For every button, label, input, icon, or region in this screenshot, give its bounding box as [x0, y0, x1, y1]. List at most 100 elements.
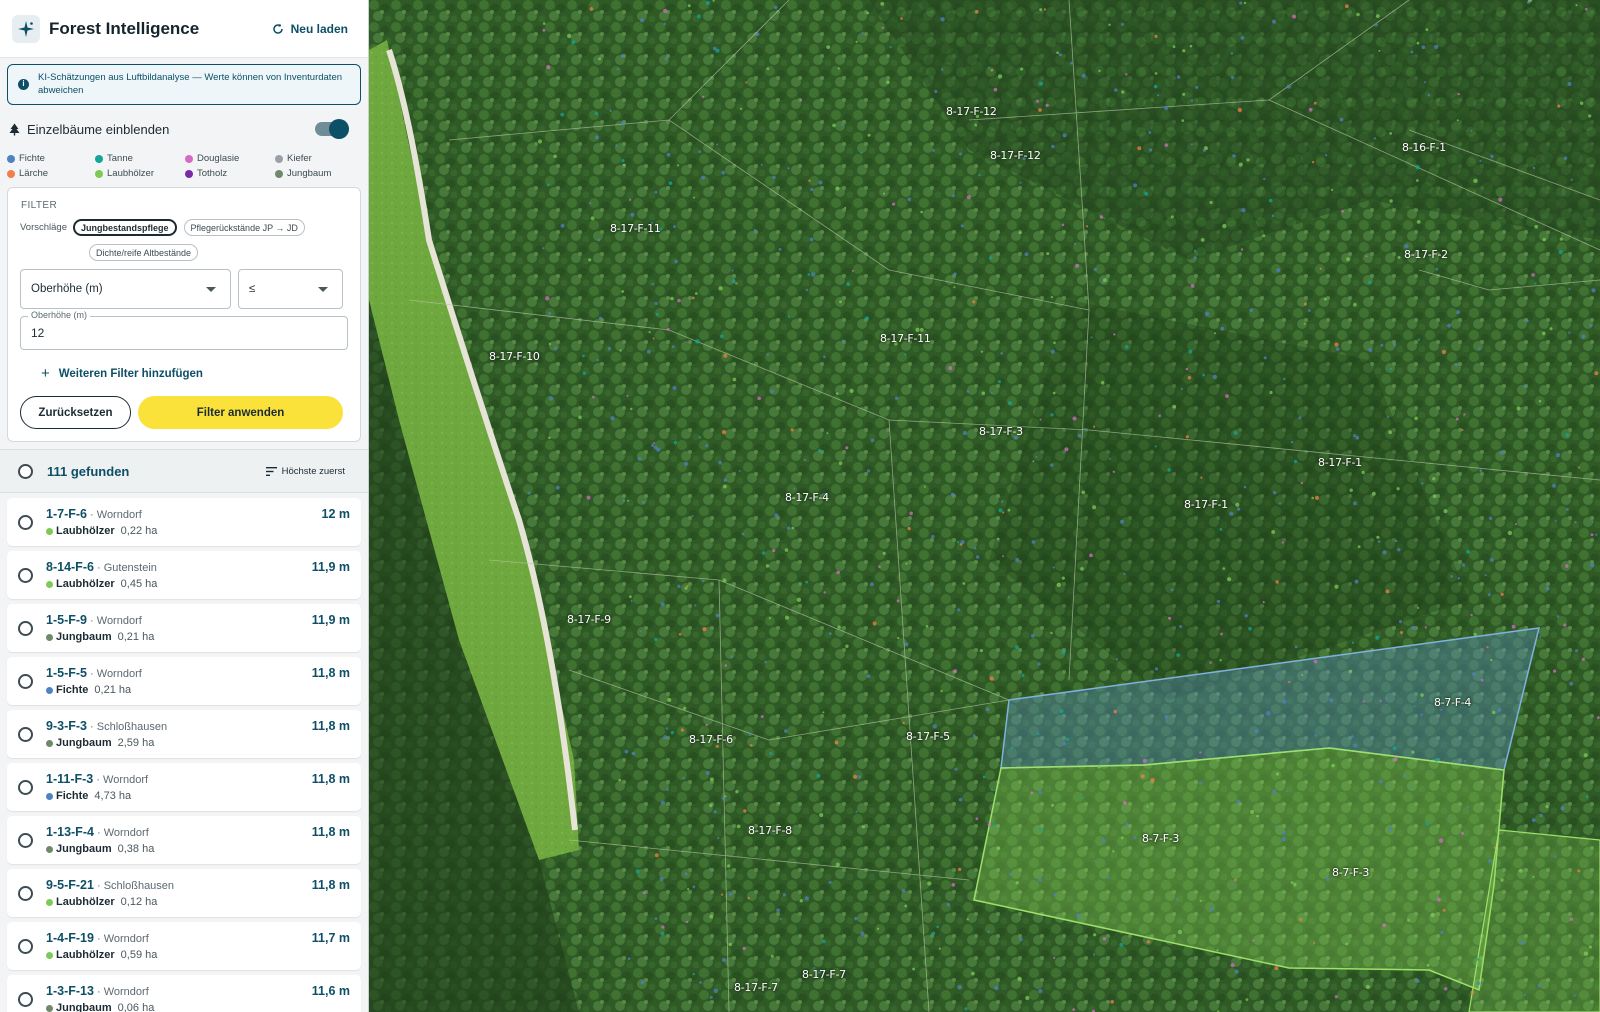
species-color-dot [46, 1004, 53, 1012]
result-radio[interactable] [18, 726, 33, 742]
result-stand-id: 1-7-F-6 [46, 507, 87, 521]
result-title: 1-7-F-6 · Worndorf [46, 507, 322, 521]
result-height: 11,9 m [311, 560, 350, 574]
result-radio[interactable] [18, 938, 33, 954]
legend-label: Tanne [107, 153, 133, 164]
species-color-dot [46, 898, 53, 906]
filter-heading: FILTER [21, 200, 58, 211]
species-color-dot [46, 633, 53, 641]
suggestion-chip-pflegerueckstaende[interactable]: Pflegerückstände JP → JD [183, 219, 305, 236]
result-card[interactable]: 9-3-F-3 · Schloßhausen Jungbaum 2,59 ha 11,… [7, 710, 361, 758]
result-details: Fichte 4,73 ha [46, 790, 312, 802]
species-legend: Fichte Tanne Douglasie Kiefer Lärche Laubhölz… [0, 152, 368, 180]
result-info: 9-5-F-21 · Schloßhausen Laubhölzer 0,12 ha [46, 878, 312, 908]
legend-color-dot [275, 169, 283, 178]
result-location: · Gutenstein [93, 562, 157, 574]
suggestion-chip-altbestaende[interactable]: Dichte/reife Altbestände [89, 244, 199, 261]
result-location: · Worndorf [86, 668, 142, 680]
sort-button[interactable]: Höchste zuerst [265, 466, 345, 477]
result-card[interactable]: 1-4-F-19 · Worndorf Laubhölzer 0,59 ha 11,7… [7, 922, 361, 970]
result-card[interactable]: 1-11-F-3 · Worndorf Fichte 4,73 ha 11,8 m [7, 763, 361, 811]
result-title: 1-13-F-4 · Worndorf [46, 825, 312, 839]
suggestion-chip-jungbestandspflege[interactable]: Jungbestandspflege [73, 219, 177, 236]
stand-label[interactable]: 8-7-F-3 [1142, 832, 1179, 845]
species-color-dot [46, 792, 53, 800]
stand-label[interactable]: 8-17-F-3 [979, 425, 1023, 438]
result-height: 11,8 m [311, 772, 350, 786]
result-location: · Worndorf [93, 774, 149, 786]
app-title: Forest Intelligence [49, 18, 200, 38]
stand-label[interactable]: 8-7-F-3 [1332, 866, 1369, 879]
result-radio[interactable] [18, 885, 33, 901]
stand-label[interactable]: 8-17-F-7 [802, 968, 846, 981]
stand-label[interactable]: 8-16-F-1 [1402, 141, 1446, 154]
legend-color-dot [7, 154, 15, 163]
result-species: Fichte [56, 684, 89, 696]
sort-icon [265, 466, 277, 476]
legend-label: Kiefer [287, 153, 312, 164]
result-radio[interactable] [18, 620, 33, 636]
stand-label[interactable]: 8-17-F-2 [1404, 248, 1448, 261]
result-card[interactable]: 1-5-F-9 · Worndorf Jungbaum 0,21 ha 11,9 m [7, 604, 361, 652]
filter-buttons: Zurücksetzen Filter anwenden [20, 396, 348, 429]
legend-item: Laubhölzer [95, 167, 185, 180]
info-banner: i KI-Schätzungen aus Luftbildanalyse — W… [7, 64, 361, 105]
result-radio[interactable] [18, 779, 33, 795]
result-height: 11,8 m [311, 719, 350, 733]
stand-label[interactable]: 8-17-F-11 [880, 332, 931, 345]
result-height: 11,7 m [311, 931, 350, 945]
legend-item: Totholz [185, 167, 275, 180]
result-card[interactable]: 1-3-F-13 · Worndorf Jungbaum 0,06 ha 11,6 m [7, 975, 361, 1012]
result-radio[interactable] [18, 832, 33, 848]
filter-card: FILTER Vorschläge Jungbestandspflege Pfl… [7, 187, 361, 442]
map-view[interactable]: 8-17-F-12 8-17-F-12 8-16-F-1 8-17-F-11 8-17-… [369, 0, 1600, 1012]
legend-label: Douglasie [197, 153, 240, 164]
result-card[interactable]: 8-14-F-6 · Gutenstein Laubhölzer 0,45 ha 11… [7, 551, 361, 599]
stand-label[interactable]: 8-17-F-10 [489, 350, 540, 363]
reset-button[interactable]: Zurücksetzen [20, 396, 131, 429]
species-color-dot [46, 951, 53, 959]
reload-button[interactable]: Neu laden [272, 22, 348, 36]
result-radio[interactable] [18, 673, 33, 689]
stand-label[interactable]: 8-7-F-4 [1434, 696, 1471, 709]
result-area: 0,21 ha [94, 684, 132, 696]
stand-label[interactable]: 8-17-F-1 [1318, 456, 1362, 469]
result-location: · Schloßhausen [93, 880, 175, 892]
stand-label[interactable]: 8-17-F-9 [567, 613, 611, 626]
legend-label: Laubhölzer [107, 168, 155, 179]
result-card[interactable]: 1-5-F-5 · Worndorf Fichte 0,21 ha 11,8 m [7, 657, 361, 705]
result-info: 1-5-F-9 · Worndorf Jungbaum 0,21 ha [46, 613, 312, 643]
result-radio[interactable] [18, 567, 33, 583]
result-radio[interactable] [18, 991, 33, 1007]
result-card[interactable]: 1-13-F-4 · Worndorf Jungbaum 0,38 ha 11,8 m [7, 816, 361, 864]
stand-label[interactable]: 8-17-F-11 [610, 222, 661, 235]
stand-label[interactable]: 8-17-F-12 [946, 105, 997, 118]
result-details: Jungbaum 0,38 ha [46, 843, 312, 855]
stand-label[interactable]: 8-17-F-6 [689, 733, 733, 746]
result-location: · Schloßhausen [86, 721, 168, 733]
species-color-dot [46, 739, 53, 747]
result-stand-id: 1-5-F-9 [46, 613, 87, 627]
apply-filter-button[interactable]: Filter anwenden [138, 396, 343, 429]
filter-value-input[interactable]: Oberhöhe (m) 12 [20, 310, 348, 350]
result-radio[interactable] [18, 514, 33, 530]
trees-toggle-row: Einzelbäume einblenden [0, 106, 368, 152]
result-info: 1-7-F-6 · Worndorf Laubhölzer 0,22 ha [46, 507, 322, 537]
filter-operator-value: ≤ [249, 283, 256, 295]
result-stand-id: 9-5-F-21 [46, 878, 94, 892]
stand-label[interactable]: 8-17-F-7 [734, 981, 778, 994]
sidebar-header: Forest Intelligence Neu laden [0, 0, 368, 58]
result-card[interactable]: 1-7-F-6 · Worndorf Laubhölzer 0,22 ha 12 m [7, 498, 361, 546]
stand-label[interactable]: 8-17-F-1 [1184, 498, 1228, 511]
select-all-radio[interactable] [18, 463, 33, 479]
result-area: 0,38 ha [117, 843, 155, 855]
stand-label[interactable]: 8-17-F-5 [906, 730, 950, 743]
trees-toggle-switch[interactable] [315, 119, 349, 139]
filter-operator-select[interactable]: ≤ [238, 269, 343, 309]
stand-label[interactable]: 8-17-F-4 [785, 491, 829, 504]
filter-field-select[interactable]: Oberhöhe (m) [20, 269, 231, 309]
add-filter-button[interactable]: + Weiteren Filter hinzufügen [41, 365, 348, 382]
stand-label[interactable]: 8-17-F-12 [990, 149, 1041, 162]
result-card[interactable]: 9-5-F-21 · Schloßhausen Laubhölzer 0,12 ha… [7, 869, 361, 917]
stand-label[interactable]: 8-17-F-8 [748, 824, 792, 837]
